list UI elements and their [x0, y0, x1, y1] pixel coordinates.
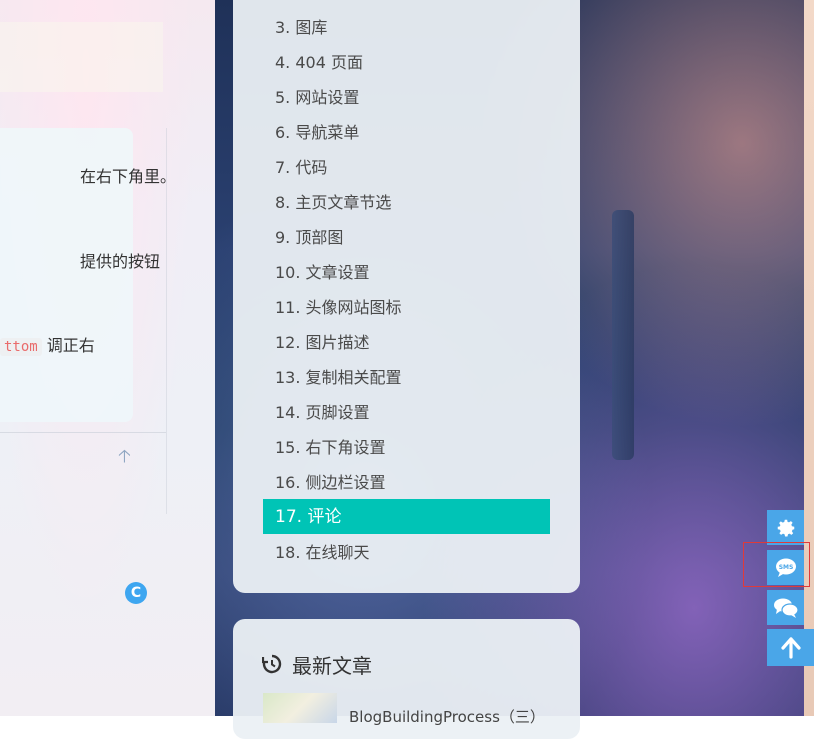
article-text-line: 提供的按钮	[80, 252, 161, 271]
toc-item[interactable]: 5. 网站设置	[275, 87, 359, 109]
gear-icon	[775, 517, 797, 539]
settings-button[interactable]	[767, 510, 804, 545]
toc-item[interactable]: 15. 右下角设置	[275, 437, 386, 459]
toc-item[interactable]: 18. 在线聊天	[275, 542, 370, 564]
divider	[166, 128, 167, 514]
article-header-strip	[0, 22, 163, 92]
toc-item[interactable]: 10. 文章设置	[275, 262, 370, 284]
recent-post-link[interactable]: BlogBuildingProcess（三）	[349, 706, 545, 727]
article-text-line: ttom 调正右	[0, 332, 95, 356]
inline-code: ttom	[0, 338, 42, 356]
history-icon	[261, 654, 282, 679]
recent-posts-title: 最新文章	[292, 654, 372, 678]
toc-item-active-label[interactable]: 17. 评论	[275, 506, 341, 528]
highlight-box	[743, 542, 810, 587]
toc-item[interactable]: 12. 图片描述	[275, 332, 370, 354]
toc-item[interactable]: 8. 主页文章节选	[275, 192, 391, 214]
arrow-up-icon[interactable]: 🡡	[118, 448, 131, 466]
comments-icon	[773, 597, 799, 619]
comments-button[interactable]	[767, 590, 804, 625]
toc-item[interactable]: 13. 复制相关配置	[275, 367, 402, 389]
toc-item[interactable]: 4. 404 页面	[275, 52, 363, 74]
arrow-up-icon	[780, 636, 801, 659]
post-thumbnail[interactable]	[263, 693, 337, 723]
toc-item[interactable]: 11. 头像网站图标	[275, 297, 402, 319]
toc-item[interactable]: 7. 代码	[275, 157, 327, 179]
avatar[interactable]: C	[125, 582, 147, 604]
toc-item[interactable]: 16. 侧边栏设置	[275, 472, 386, 494]
background-tree-trunk	[612, 210, 634, 460]
toc-item[interactable]: 14. 页脚设置	[275, 402, 370, 424]
page-right-edge	[804, 0, 814, 716]
back-to-top-button[interactable]	[767, 629, 814, 666]
article-text-line: 在右下角里。	[80, 167, 177, 186]
toc-item[interactable]: 6. 导航菜单	[275, 122, 359, 144]
toc-item[interactable]: 9. 顶部图	[275, 227, 343, 249]
divider	[0, 432, 166, 433]
toc-item[interactable]: 3. 图库	[275, 17, 327, 39]
